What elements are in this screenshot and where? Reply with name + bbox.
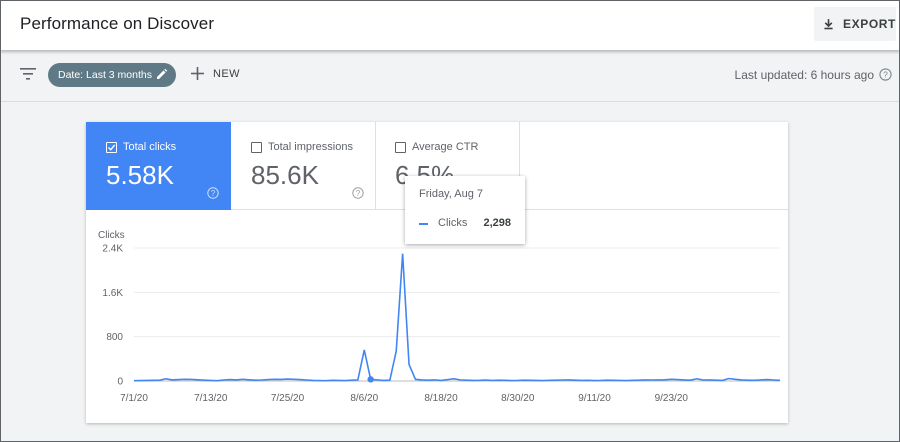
- svg-text:?: ?: [883, 70, 888, 80]
- x-tick-label: 9/11/20: [578, 393, 611, 404]
- chart-tooltip: Friday, Aug 7 Clicks 2,298: [405, 176, 525, 244]
- page-header: Performance on Discover EXPORT: [0, 0, 900, 50]
- metric-total-impressions[interactable]: Total impressions 85.6K ?: [231, 122, 376, 210]
- x-tick-label: 9/23/20: [655, 393, 689, 404]
- y-tick-label: 0: [117, 377, 123, 388]
- series-line-clicks: [133, 253, 781, 382]
- x-tick-label: 8/18/20: [424, 393, 458, 404]
- help-icon[interactable]: ?: [879, 68, 892, 81]
- highlighted-data-point: [367, 376, 374, 383]
- svg-text:?: ?: [211, 189, 216, 198]
- metric-row-filler: [519, 122, 788, 210]
- page-title: Performance on Discover: [20, 14, 215, 33]
- x-tick-label: 8/6/20: [350, 393, 378, 404]
- y-tick-label: 1.6K: [102, 288, 123, 299]
- x-tick-label: 7/13/20: [194, 393, 228, 404]
- metric-label-row: Average CTR: [395, 141, 478, 153]
- help-icon[interactable]: ?: [352, 187, 364, 199]
- filter-toolbar: Date: Last 3 months NEW Last updated: 6 …: [0, 50, 900, 102]
- metric-label-row: Total clicks: [106, 141, 176, 153]
- x-axis-ticks: 7/1/20 7/13/20 7/25/20 8/6/20 8/18/20 8/30/20…: [120, 393, 688, 404]
- plus-icon: [191, 67, 204, 80]
- tooltip-date: Friday, Aug 7: [419, 188, 483, 200]
- x-tick-label: 7/1/20: [120, 393, 148, 404]
- metric-label: Total clicks: [123, 141, 177, 153]
- metric-label: Total impressions: [268, 141, 353, 153]
- export-button[interactable]: EXPORT: [814, 7, 896, 41]
- x-tick-label: 7/25/20: [271, 393, 305, 404]
- new-label: NEW: [213, 67, 240, 80]
- checkbox-icon[interactable]: [251, 141, 262, 153]
- new-filter-button[interactable]: NEW: [191, 67, 240, 80]
- metric-label: Average CTR: [412, 141, 479, 153]
- checkbox-icon[interactable]: [395, 141, 406, 153]
- y-axis-ticks: 0 800 1.6K 2.4K: [102, 244, 123, 388]
- x-tick-label: 8/30/20: [501, 393, 535, 404]
- checkbox-checked-icon[interactable]: [106, 141, 117, 153]
- filter-icon[interactable]: [20, 68, 36, 80]
- metric-total-clicks[interactable]: Total clicks 5.58K ?: [86, 122, 231, 210]
- pencil-icon: [157, 68, 168, 79]
- y-tick-label: 2.4K: [102, 244, 123, 255]
- date-filter-chip[interactable]: Date: Last 3 months: [48, 63, 176, 87]
- metric-label-row: Total impressions: [251, 141, 353, 153]
- tooltip-series-swatch: [419, 223, 428, 225]
- tooltip-value: 2,298: [483, 217, 511, 229]
- svg-text:?: ?: [356, 189, 361, 198]
- metric-value: 5.58K: [106, 160, 174, 190]
- download-icon: [824, 19, 833, 30]
- metric-value: 85.6K: [251, 160, 319, 190]
- tooltip-series-name: Clicks: [438, 217, 468, 229]
- date-filter-label: Date: Last 3 months: [58, 69, 152, 81]
- y-tick-label: 800: [106, 332, 123, 343]
- export-label: EXPORT: [843, 17, 896, 31]
- help-icon[interactable]: ?: [207, 187, 219, 199]
- y-axis-label: Clicks: [98, 230, 125, 241]
- gridlines: [134, 247, 780, 382]
- last-updated-text: Last updated: 6 hours ago: [734, 68, 874, 82]
